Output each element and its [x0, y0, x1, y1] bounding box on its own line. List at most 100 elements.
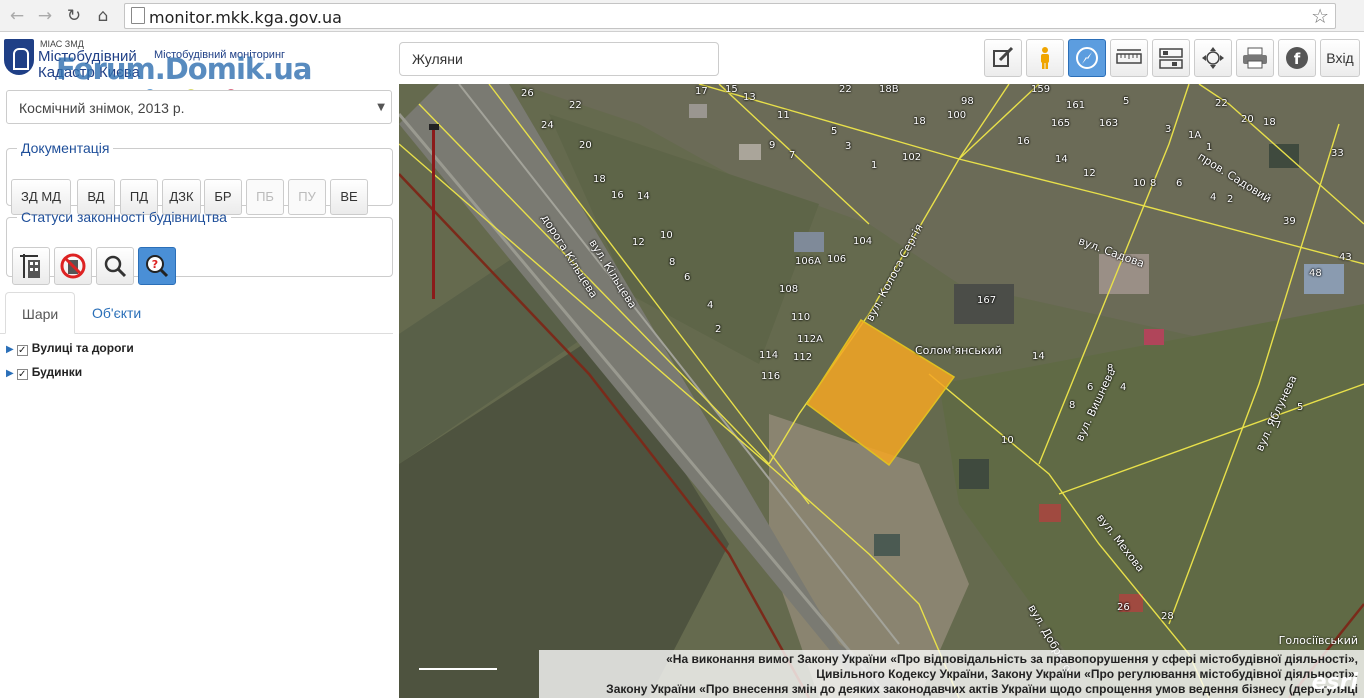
basemap-selected-value: Космічний знімок, 2013 р. — [19, 100, 185, 116]
house-number: 110 — [791, 312, 811, 323]
back-icon[interactable]: ← — [6, 5, 28, 27]
house-number: 20 — [579, 140, 592, 151]
print-icon — [1243, 47, 1267, 69]
compass-button[interactable] — [1068, 39, 1106, 77]
status-construction-button[interactable] — [12, 247, 50, 285]
house-number: 22 — [839, 84, 852, 95]
print-button[interactable] — [1236, 39, 1274, 77]
house-number: 16 — [611, 190, 624, 201]
house-number: 12 — [1083, 168, 1096, 179]
app: МІАС ЗМД Містобудівний Кадастр Києва Міс… — [0, 33, 1364, 698]
legal-notice: «На виконання вимог Закону України «Про … — [539, 650, 1364, 698]
house-number: 159 — [1031, 84, 1051, 95]
highlight-label: Солом'янський — [915, 344, 1002, 357]
house-number: 3 — [1165, 124, 1172, 135]
house-number: 4 — [707, 300, 714, 311]
house-number: 5 — [1123, 96, 1130, 107]
ruler-icon — [1116, 49, 1142, 64]
expand-icon[interactable]: ▶ — [6, 368, 14, 379]
house-number: 10 — [1001, 435, 1014, 446]
compass-icon — [1076, 47, 1098, 69]
house-number: 2 — [715, 324, 722, 335]
facebook-button[interactable]: f — [1278, 39, 1316, 77]
forward-icon[interactable]: → — [34, 5, 56, 27]
pan-button[interactable] — [1194, 39, 1232, 77]
tab-layers[interactable]: Шари — [5, 292, 76, 334]
status-inspection-button[interactable] — [96, 247, 134, 285]
house-number: 9 — [769, 140, 776, 151]
bookmark-star-icon[interactable]: ☆ — [1311, 4, 1329, 28]
house-number: 26 — [1117, 602, 1130, 613]
house-number: 48 — [1309, 268, 1322, 279]
house-number: 1 — [871, 160, 878, 171]
house-number: 7 — [789, 150, 796, 161]
house-number: 14 — [1032, 351, 1045, 362]
house-number: 8 — [669, 257, 676, 268]
layers-tool-button[interactable] — [1152, 39, 1190, 77]
esri-logo: esri — [1311, 670, 1358, 695]
house-number: 106 — [827, 254, 847, 265]
crane-building-icon — [20, 254, 40, 278]
house-number: 6 — [1087, 382, 1094, 393]
house-number: 114 — [759, 350, 779, 361]
house-number: 167 — [977, 295, 997, 306]
status-illegal-button[interactable] — [54, 247, 92, 285]
zoom-handle[interactable] — [429, 124, 439, 130]
edit-tool-button[interactable] — [984, 39, 1022, 77]
svg-text:f: f — [1294, 50, 1301, 68]
expand-icon[interactable]: ▶ — [6, 344, 14, 355]
house-number: 7 — [1275, 420, 1282, 431]
house-number: 16 — [1017, 136, 1030, 147]
house-number: 11 — [777, 110, 790, 121]
magnifier-icon — [104, 255, 127, 278]
reload-icon[interactable]: ↻ — [63, 5, 85, 27]
house-number: 4 — [1210, 192, 1217, 203]
layer-label: Будинки — [31, 365, 83, 379]
legal-line: «На виконання вимог Закону України «Про … — [666, 652, 1358, 666]
status-unknown-button[interactable]: ? — [138, 247, 176, 285]
layer-checkbox[interactable]: ✓ — [16, 369, 28, 380]
house-number: 18В — [879, 84, 899, 95]
house-number: 13 — [743, 92, 756, 103]
home-icon[interactable]: ⌂ — [92, 5, 114, 27]
legal-line: Закону України «Про внесення змін до дея… — [606, 682, 1358, 696]
street-view-button[interactable] — [1026, 39, 1064, 77]
house-number: 161 — [1066, 100, 1086, 111]
statuses-legend: Статуси законності будівництва — [21, 209, 227, 225]
facebook-icon: f — [1286, 47, 1308, 69]
house-number: 18 — [913, 116, 926, 127]
no-building-icon — [60, 253, 86, 279]
house-number: 20 — [1241, 114, 1254, 125]
pan-icon — [1202, 47, 1224, 69]
tab-objects[interactable]: Об'єкти — [76, 292, 157, 334]
house-number: 4 — [1120, 382, 1127, 393]
search-input[interactable] — [399, 42, 719, 76]
house-number: 98 — [961, 96, 974, 107]
house-number: 5 — [1297, 402, 1304, 413]
zoom-track[interactable] — [432, 124, 435, 299]
svg-text:?: ? — [152, 258, 158, 271]
documentation-legend: Документація — [21, 140, 110, 156]
house-number: 1 — [1206, 142, 1213, 153]
layer-item-streets[interactable]: ▶ ✓ Вулиці та дороги — [6, 341, 134, 356]
house-number: 14 — [637, 191, 650, 202]
house-number: 163 — [1099, 118, 1119, 129]
basemap-select[interactable]: Космічний знімок, 2013 р. ▼ — [6, 90, 392, 124]
house-number: 106А — [795, 256, 821, 267]
house-number: 43 — [1339, 252, 1352, 263]
map-view[interactable]: дорога Кільцева вул. Кільцева вул. Колос… — [399, 84, 1364, 698]
zoom-slider[interactable] — [429, 124, 439, 299]
house-number: 2 — [1227, 194, 1234, 205]
address-bar[interactable]: monitor.mkk.kga.gov.ua ☆ — [124, 3, 1336, 29]
statuses-group: Статуси законності будівництва ? — [6, 209, 393, 285]
url-text: monitor.mkk.kga.gov.ua — [149, 8, 342, 27]
layer-item-buildings[interactable]: ▶ ✓ Будинки — [6, 365, 82, 380]
edit-icon — [993, 46, 1014, 67]
ruler-button[interactable] — [1110, 39, 1148, 77]
layer-checkbox[interactable]: ✓ — [16, 345, 28, 356]
house-number: 22 — [569, 100, 582, 111]
house-number: 24 — [541, 120, 554, 131]
caret-down-icon: ▼ — [377, 102, 385, 113]
house-number: 112А — [797, 334, 823, 345]
login-button[interactable]: Вхід — [1320, 39, 1360, 77]
